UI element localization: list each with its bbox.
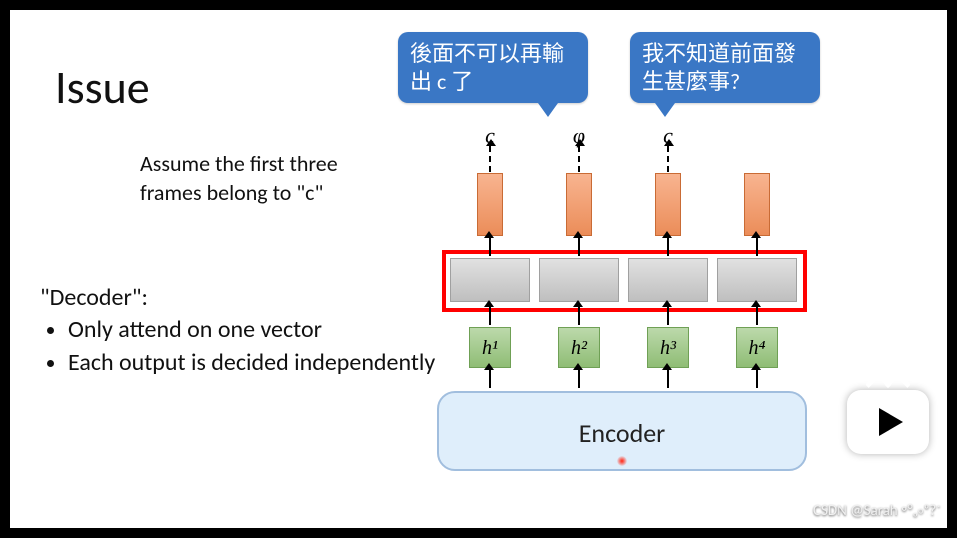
arrow-icon [667, 370, 669, 388]
decoder-cell [539, 258, 619, 302]
slide: Issue Assume the first three frames belo… [10, 10, 947, 528]
assumption-line2: frames belong to "c" [140, 179, 323, 206]
speech-bubble-right: 我不知道前面發生甚麼事? [630, 32, 820, 103]
assumption-line1: Assume the first three [140, 150, 338, 177]
output-rect [566, 173, 592, 236]
arrow-icon [489, 307, 491, 325]
arrow-dashed-icon [489, 146, 491, 172]
decoder-cell [450, 258, 530, 302]
decoder-heading: "Decoder": [40, 282, 435, 314]
title: Issue [55, 60, 150, 116]
arrow-icon [667, 238, 669, 256]
hidden-state-h2: h² [558, 327, 600, 368]
arrow-dashed-icon [578, 146, 580, 172]
decoder-bullet: Only attend on one vector [68, 314, 435, 346]
decoder-cell [717, 258, 797, 302]
arrow-icon [578, 238, 580, 256]
output-rect [655, 173, 681, 236]
arrow-icon [578, 370, 580, 388]
play-icon [879, 408, 903, 436]
arrow-icon [667, 307, 669, 325]
arrow-icon [489, 238, 491, 256]
decoder-bullet: Each output is decided independently [68, 347, 435, 379]
hidden-state-h4: h⁴ [736, 327, 778, 368]
speech-bubble-left: 後面不可以再輸出 c 了 [398, 32, 588, 103]
laser-pointer-icon [617, 456, 627, 466]
output-rect [477, 173, 503, 236]
arrow-dashed-icon [667, 146, 669, 172]
decoder-description: "Decoder": Only attend on one vector Eac… [40, 282, 435, 379]
decoder-cell [628, 258, 708, 302]
assumption-text: Assume the first three frames belong to … [140, 150, 338, 207]
video-source-icon[interactable] [847, 390, 929, 454]
hidden-state-h3: h³ [647, 327, 689, 368]
output-rect [744, 173, 770, 236]
watermark-text: CSDN @Sarah ॰°ₒ৹ᵒ?ॱ [813, 499, 941, 524]
arrow-icon [756, 370, 758, 388]
arrow-icon [578, 307, 580, 325]
arrow-icon [489, 370, 491, 388]
arrow-icon [756, 307, 758, 325]
hidden-state-h1: h¹ [469, 327, 511, 368]
arrow-icon [756, 238, 758, 256]
